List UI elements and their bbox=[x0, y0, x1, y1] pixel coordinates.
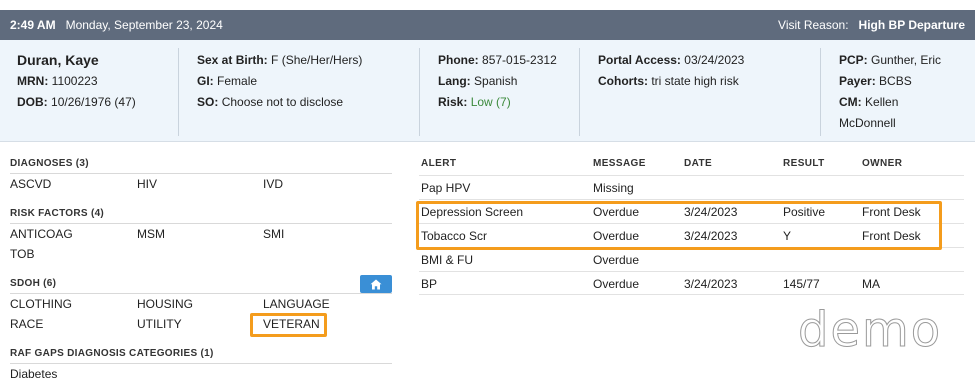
dob-label: DOB: bbox=[17, 95, 48, 109]
patient-contact: Phone: 857-015-2312 Lang: Spanish Risk: … bbox=[438, 50, 557, 113]
sdoh-section: SDOH (6) CLOTHING HOUSING LANGUAGE RACE … bbox=[10, 275, 392, 337]
diagnoses-title: DIAGNOSES (3) bbox=[10, 158, 89, 169]
sdoh-title: SDOH (6) bbox=[10, 278, 57, 289]
col-header-date[interactable]: DATE bbox=[684, 158, 712, 169]
demo-watermark: demo bbox=[797, 302, 943, 359]
message-cell: Overdue bbox=[593, 253, 640, 267]
message-cell: Overdue bbox=[593, 277, 640, 291]
visit-reason: Visit Reason: High BP Departure bbox=[778, 18, 965, 32]
risk-label: Risk: bbox=[438, 95, 468, 109]
gi-label: GI: bbox=[197, 74, 214, 88]
lang-label: Lang: bbox=[438, 74, 471, 88]
cohorts-label: Cohorts: bbox=[598, 74, 648, 88]
payer-label: Payer: bbox=[839, 74, 876, 88]
current-time: 2:49 AM bbox=[10, 18, 56, 32]
col-header-result[interactable]: RESULT bbox=[783, 158, 825, 169]
mrn-label: MRN: bbox=[17, 74, 49, 88]
diagnoses-section: DIAGNOSES (3) ASCVD HIV IVD bbox=[10, 155, 392, 191]
divider bbox=[178, 48, 179, 136]
sdoh-item[interactable]: HOUSING bbox=[137, 294, 193, 314]
risk-factor-item[interactable]: TOB bbox=[10, 244, 34, 264]
cm-value-line2: McDonnell bbox=[839, 116, 896, 130]
result-cell: 145/77 bbox=[783, 277, 820, 291]
sdoh-item[interactable]: RACE bbox=[10, 314, 43, 334]
sdoh-item[interactable]: UTILITY bbox=[137, 314, 182, 334]
current-date: Monday, September 23, 2024 bbox=[65, 18, 223, 32]
patient-gender-info: Sex at Birth: F (She/Her/Hers) GI: Femal… bbox=[197, 50, 362, 113]
raf-header: RAF GAPS DIAGNOSIS CATEGORIES (1) bbox=[10, 345, 392, 364]
divider bbox=[419, 48, 420, 136]
raf-title: RAF GAPS DIAGNOSIS CATEGORIES (1) bbox=[10, 348, 214, 359]
phone-label: Phone: bbox=[438, 53, 479, 67]
portal-value: 03/24/2023 bbox=[684, 53, 745, 67]
risk-value: Low (7) bbox=[470, 95, 511, 109]
alert-cell: Pap HPV bbox=[421, 181, 471, 195]
diagnosis-item[interactable]: IVD bbox=[263, 174, 283, 194]
home-icon bbox=[370, 279, 382, 289]
divider bbox=[579, 48, 580, 136]
diagnoses-header: DIAGNOSES (3) bbox=[10, 155, 392, 174]
sdoh-header: SDOH (6) bbox=[10, 275, 392, 294]
dob-value: 10/26/1976 (47) bbox=[51, 95, 136, 109]
sdoh-item[interactable]: CLOTHING bbox=[10, 294, 72, 314]
pcp-value: Gunther, Eric bbox=[871, 53, 942, 67]
col-header-alert[interactable]: ALERT bbox=[421, 158, 456, 169]
so-value: Choose not to disclose bbox=[221, 95, 344, 109]
alert-cell: BMI & FU bbox=[421, 253, 474, 267]
payer-value: BCBS bbox=[879, 74, 912, 88]
lang-value: Spanish bbox=[474, 74, 518, 88]
table-row[interactable]: BP Overdue 3/24/2023 145/77 MA bbox=[419, 271, 964, 295]
patient-banner: Duran, Kaye MRN: 1100223 DOB: 10/26/1976… bbox=[0, 40, 975, 142]
diagnosis-item[interactable]: ASCVD bbox=[10, 174, 51, 194]
sex-label: Sex at Birth: bbox=[197, 53, 268, 67]
table-row[interactable]: Pap HPV Missing bbox=[419, 175, 964, 199]
raf-item[interactable]: Diabetes bbox=[10, 364, 57, 380]
risk-factor-item[interactable]: ANTICOAG bbox=[10, 224, 73, 244]
diagnosis-item[interactable]: HIV bbox=[137, 174, 157, 194]
visit-reason-label: Visit Reason: bbox=[778, 18, 849, 32]
pcp-label: PCP: bbox=[839, 53, 868, 67]
risk-factors-section: RISK FACTORS (4) ANTICOAG MSM SMI TOB bbox=[10, 205, 392, 261]
divider bbox=[820, 48, 821, 136]
risk-factors-title: RISK FACTORS (4) bbox=[10, 208, 105, 219]
col-header-message[interactable]: MESSAGE bbox=[593, 158, 646, 169]
message-cell: Missing bbox=[593, 181, 634, 195]
overdue-rows-highlight bbox=[416, 201, 942, 250]
cm-value-line1: Kellen bbox=[865, 95, 899, 109]
phone-value: 857-015-2312 bbox=[482, 53, 557, 67]
cm-label: CM: bbox=[839, 95, 862, 109]
portal-label: Portal Access: bbox=[598, 53, 681, 67]
so-label: SO: bbox=[197, 95, 219, 109]
cohorts-value: tri state high risk bbox=[651, 74, 739, 88]
risk-factor-item[interactable]: SMI bbox=[263, 224, 284, 244]
col-header-owner[interactable]: OWNER bbox=[862, 158, 902, 169]
visit-reason-value: High BP Departure bbox=[858, 18, 965, 32]
patient-care-team: PCP: Gunther, Eric Payer: BCBS CM: Kelle… bbox=[839, 50, 941, 134]
patient-portal: Portal Access: 03/24/2023 Cohorts: tri s… bbox=[598, 50, 744, 92]
risk-factors-header: RISK FACTORS (4) bbox=[10, 205, 392, 224]
date-cell: 3/24/2023 bbox=[684, 277, 738, 291]
sdoh-home-button[interactable] bbox=[360, 275, 392, 293]
patient-identity: Duran, Kaye MRN: 1100223 DOB: 10/26/1976… bbox=[17, 50, 136, 113]
patient-name: Duran, Kaye bbox=[17, 52, 99, 68]
raf-section: RAF GAPS DIAGNOSIS CATEGORIES (1) Diabet… bbox=[10, 345, 392, 380]
alert-cell: BP bbox=[421, 277, 438, 291]
risk-factor-item[interactable]: MSM bbox=[137, 224, 165, 244]
owner-cell: MA bbox=[862, 277, 880, 291]
sex-value: F (She/Her/Hers) bbox=[271, 53, 363, 67]
veteran-highlight bbox=[250, 313, 327, 337]
table-row[interactable]: BMI & FU Overdue bbox=[419, 247, 964, 271]
sdoh-item[interactable]: LANGUAGE bbox=[263, 294, 330, 314]
mrn-value: 1100223 bbox=[51, 74, 98, 88]
gi-value: Female bbox=[217, 74, 258, 88]
top-bar: 2:49 AM Monday, September 23, 2024 Visit… bbox=[0, 10, 975, 40]
